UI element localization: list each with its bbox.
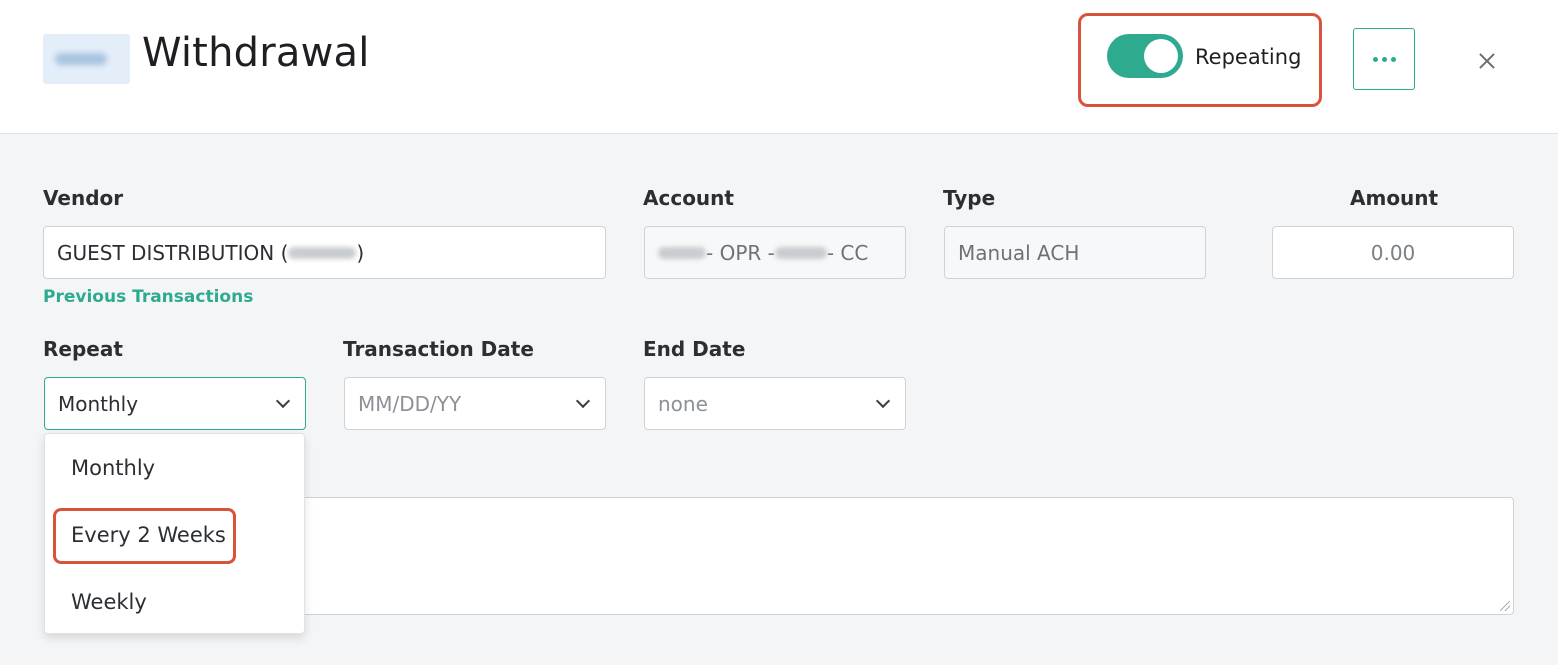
vendor-id-redacted bbox=[288, 246, 357, 259]
vendor-label: Vendor bbox=[43, 186, 124, 210]
repeating-label[interactable]: Repeating bbox=[1195, 45, 1301, 69]
account-label: Account bbox=[643, 186, 734, 210]
type-field: Manual ACH bbox=[944, 226, 1206, 279]
ellipsis-icon bbox=[1372, 56, 1396, 62]
vendor-suffix: ) bbox=[356, 240, 365, 265]
transaction-date-select[interactable]: MM/DD/YY bbox=[344, 377, 606, 430]
repeat-value: Monthly bbox=[58, 391, 139, 416]
repeat-option-every-2-weeks[interactable]: Every 2 Weeks bbox=[71, 523, 226, 547]
end-date-select[interactable]: none bbox=[644, 377, 906, 430]
chevron-down-icon bbox=[575, 393, 591, 409]
vendor-field[interactable]: GUEST DISTRIBUTION ( ) bbox=[43, 226, 606, 279]
account-field: - OPR - - CC bbox=[644, 226, 906, 279]
memo-textarea[interactable] bbox=[260, 497, 1514, 615]
type-label: Type bbox=[943, 186, 996, 210]
chevron-down-icon bbox=[875, 393, 891, 409]
resize-handle[interactable] bbox=[1500, 601, 1510, 611]
account-number-redacted bbox=[658, 246, 706, 259]
chevron-down-icon bbox=[275, 393, 291, 409]
bank-logo bbox=[43, 34, 130, 84]
transaction-date-label: Transaction Date bbox=[343, 337, 534, 361]
account-mid: - OPR - bbox=[706, 240, 775, 265]
repeat-label: Repeat bbox=[43, 337, 123, 361]
account-suffix: - CC bbox=[826, 240, 869, 265]
toggle-knob bbox=[1144, 39, 1178, 73]
page-title: Withdrawal bbox=[142, 30, 370, 76]
repeat-option-monthly[interactable]: Monthly bbox=[71, 456, 155, 480]
more-options-button[interactable] bbox=[1353, 28, 1415, 90]
end-date-label: End Date bbox=[643, 337, 746, 361]
header: Withdrawal Repeating bbox=[0, 0, 1558, 134]
type-value: Manual ACH bbox=[958, 240, 1080, 265]
end-date-value: none bbox=[658, 391, 708, 416]
amount-label: Amount bbox=[1350, 186, 1439, 210]
repeat-dropdown-menu: Monthly Every 2 Weeks Weekly bbox=[44, 433, 305, 634]
amount-value: 0.00 bbox=[1370, 240, 1416, 265]
repeat-select[interactable]: Monthly bbox=[44, 377, 306, 430]
vendor-prefix: GUEST DISTRIBUTION ( bbox=[57, 240, 289, 265]
previous-transactions-link[interactable]: Previous Transactions bbox=[43, 287, 253, 307]
close-icon[interactable] bbox=[1472, 46, 1502, 76]
transaction-date-placeholder: MM/DD/YY bbox=[358, 391, 462, 416]
repeating-toggle[interactable] bbox=[1107, 34, 1183, 78]
account-bank-redacted bbox=[774, 246, 827, 259]
amount-input[interactable]: 0.00 bbox=[1272, 226, 1514, 279]
repeat-option-weekly[interactable]: Weekly bbox=[71, 590, 147, 614]
logo-text-redacted bbox=[55, 53, 107, 65]
